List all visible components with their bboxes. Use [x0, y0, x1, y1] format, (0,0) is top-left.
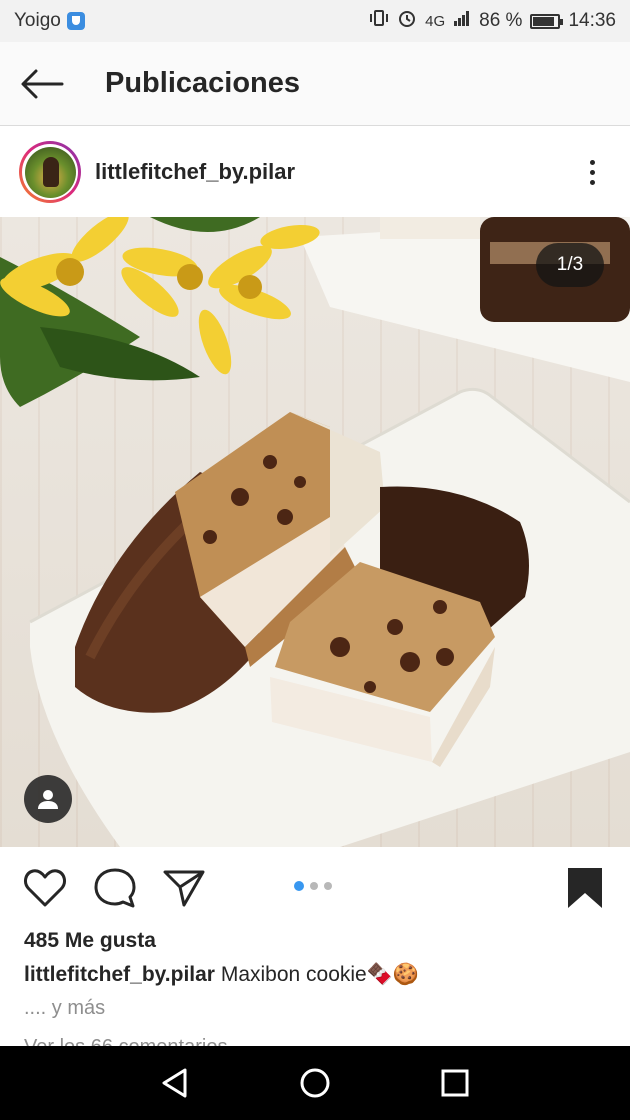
- back-arrow-icon: [21, 69, 64, 98]
- clock: 14:36: [568, 10, 616, 31]
- carousel-indicator: [294, 881, 332, 891]
- dot-icon: [589, 169, 595, 175]
- like-count[interactable]: 485 Me gusta: [24, 929, 156, 953]
- status-right: 4G 86 % 14:36: [369, 8, 616, 34]
- post-username[interactable]: littlefitchef_by.pilar: [95, 159, 295, 185]
- person-icon: [38, 790, 58, 809]
- bookmark-icon: [568, 868, 602, 908]
- post-actions: [0, 852, 630, 922]
- dot-icon: [589, 179, 595, 185]
- caption: littlefitchef_by.pilar Maxibon cookie🍫🍪: [24, 963, 419, 987]
- post-header: littlefitchef_by.pilar: [0, 127, 630, 217]
- nav-recents-button[interactable]: [435, 1063, 475, 1103]
- share-button[interactable]: [162, 866, 206, 910]
- status-bar: Yoigo 4G 86 % 14:36: [0, 0, 630, 42]
- carousel-dot: [294, 881, 304, 891]
- circle-home-icon: [300, 1068, 330, 1098]
- nav-home-button[interactable]: [295, 1063, 335, 1103]
- triangle-back-icon: [162, 1068, 187, 1098]
- caption-more-link[interactable]: .... y más: [24, 997, 105, 1020]
- comment-icon: [94, 868, 136, 908]
- send-icon: [163, 870, 205, 907]
- signal-icon: [453, 9, 471, 33]
- vibrate-icon: [369, 8, 389, 34]
- photo-illustration: [0, 217, 630, 847]
- caption-username[interactable]: littlefitchef_by.pilar: [24, 963, 215, 986]
- network-type-label: 4G: [425, 12, 446, 30]
- comment-button[interactable]: [93, 866, 137, 910]
- alarm-icon: [397, 8, 417, 34]
- post-image[interactable]: 1/3: [0, 217, 630, 847]
- status-left: Yoigo: [14, 10, 85, 32]
- back-button[interactable]: [18, 64, 66, 104]
- more-options-button[interactable]: [580, 152, 604, 192]
- like-button[interactable]: [23, 866, 67, 910]
- nav-back-button[interactable]: [155, 1063, 195, 1103]
- carousel-dot: [310, 882, 318, 890]
- avatar-image: [24, 146, 76, 198]
- battery-icon: [530, 13, 564, 29]
- carrier-label: Yoigo: [14, 10, 61, 31]
- heart-icon: [24, 869, 66, 907]
- system-nav-bar: [0, 1046, 630, 1120]
- battery-percent: 86 %: [479, 10, 523, 31]
- page-title: Publicaciones: [105, 67, 301, 99]
- image-counter: 1/3: [536, 243, 604, 287]
- avatar[interactable]: [19, 141, 81, 203]
- save-button[interactable]: [563, 866, 607, 910]
- app-bar: Publicaciones: [0, 42, 630, 126]
- dot-icon: [589, 159, 595, 165]
- caption-text: Maxibon cookie🍫🍪: [220, 963, 420, 986]
- shield-icon: [66, 12, 85, 30]
- avatar-border: [22, 144, 78, 200]
- tagged-users-button[interactable]: [24, 775, 72, 823]
- square-recents-icon: [441, 1069, 469, 1097]
- carousel-dot: [324, 882, 332, 890]
